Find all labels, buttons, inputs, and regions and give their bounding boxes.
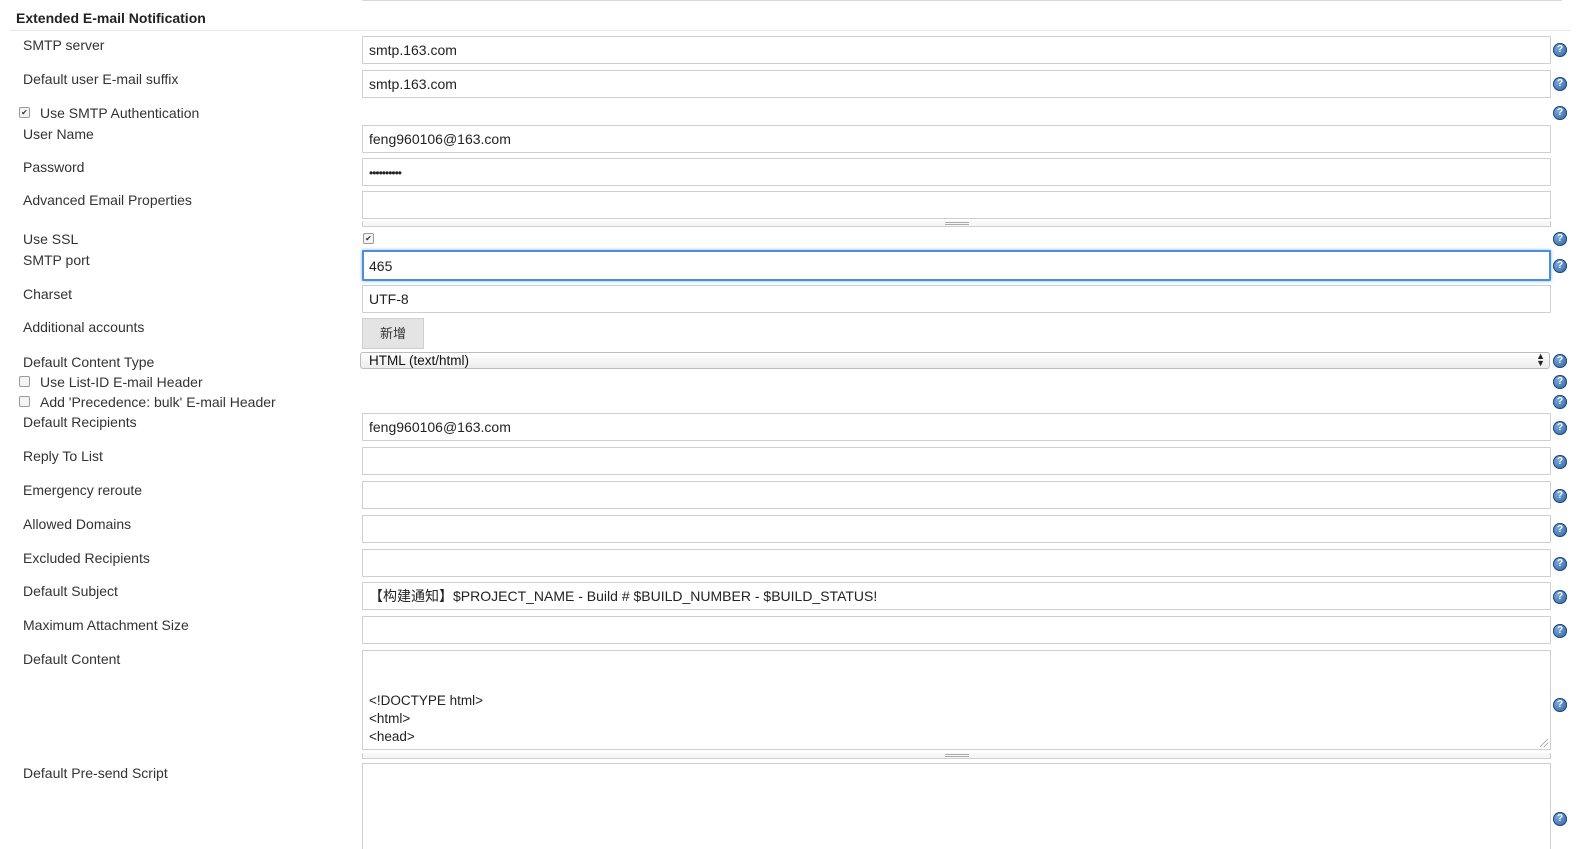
password-input[interactable]: •••••••••• [362,158,1551,186]
precedence-label: Add 'Precedence: bulk' E-mail Header [40,394,276,410]
help-icon[interactable]: ? [1553,489,1567,503]
updown-arrow-icon: ▲ ▼ [1536,351,1545,368]
textarea-resize-handle[interactable] [362,753,1551,759]
emergency-reroute-input[interactable] [362,481,1551,509]
smtp-server-input[interactable] [362,36,1551,64]
excluded-recipients-label: Excluded Recipients [23,550,150,566]
help-icon[interactable]: ? [1553,523,1567,537]
help-icon[interactable]: ? [1553,77,1567,91]
content-type-selected: HTML (text/html) [369,353,470,368]
smtp-port-input[interactable] [362,250,1551,281]
additional-accounts-label: Additional accounts [23,319,145,335]
presend-script-textarea[interactable] [362,763,1551,849]
allowed-domains-label: Allowed Domains [23,516,132,532]
allowed-domains-input[interactable] [362,515,1551,543]
user-name-label: User Name [23,126,94,142]
help-icon[interactable]: ? [1553,354,1567,368]
user-name-input[interactable] [362,125,1551,153]
help-icon[interactable]: ? [1553,624,1567,638]
smtp-server-label: SMTP server [23,37,105,53]
advanced-props-textarea[interactable] [362,191,1551,219]
default-content-text: <!DOCTYPE html> <html> <head> <meta char… [369,693,534,749]
password-label: Password [23,159,85,175]
list-id-checkbox[interactable] [19,376,30,387]
precedence-checkbox[interactable] [19,396,30,407]
smtp-port-label: SMTP port [23,252,90,268]
use-ssl-label: Use SSL [23,231,79,247]
help-icon[interactable]: ? [1553,232,1567,246]
reply-to-label: Reply To List [23,448,103,464]
content-type-label: Default Content Type [23,354,155,370]
use-smtp-auth-label: Use SMTP Authentication [40,105,200,121]
emergency-reroute-label: Emergency reroute [23,482,143,498]
add-account-button[interactable]: 新增 [362,318,424,349]
help-icon[interactable]: ? [1553,698,1567,712]
help-icon[interactable]: ? [1553,812,1567,826]
help-icon[interactable]: ? [1553,421,1567,435]
section-divider [10,30,1570,31]
list-id-label: Use List-ID E-mail Header [40,374,203,390]
top-divider [362,0,1562,1]
help-icon[interactable]: ? [1553,106,1567,120]
advanced-props-label: Advanced Email Properties [23,192,192,208]
help-icon[interactable]: ? [1553,455,1567,469]
resize-corner-icon[interactable] [1540,739,1548,747]
help-icon[interactable]: ? [1553,43,1567,57]
help-icon[interactable]: ? [1553,395,1567,409]
email-suffix-label: Default user E-mail suffix [23,71,179,87]
default-subject-label: Default Subject [23,583,118,599]
textarea-resize-handle[interactable] [362,221,1551,227]
use-smtp-auth-checkbox[interactable]: ✔ [19,107,30,118]
email-suffix-input[interactable] [362,70,1551,98]
default-recipients-label: Default Recipients [23,414,137,430]
help-icon[interactable]: ? [1553,259,1567,273]
use-ssl-checkbox[interactable]: ✔ [363,233,374,244]
default-content-textarea[interactable]: <!DOCTYPE html> <html> <head> <meta char… [362,650,1551,750]
help-icon[interactable]: ? [1553,557,1567,571]
content-type-select[interactable]: HTML (text/html) ▲ ▼ [360,352,1550,369]
default-subject-input[interactable] [362,582,1551,610]
presend-script-label: Default Pre-send Script [23,765,168,781]
help-icon[interactable]: ? [1553,590,1567,604]
excluded-recipients-input[interactable] [362,549,1551,577]
max-attachment-input[interactable] [362,616,1551,644]
charset-label: Charset [23,286,73,302]
max-attachment-label: Maximum Attachment Size [23,617,189,633]
default-content-label: Default Content [23,651,121,667]
help-icon[interactable]: ? [1553,375,1567,389]
section-title: Extended E-mail Notification [16,10,206,26]
charset-input[interactable] [362,285,1551,313]
default-recipients-input[interactable] [362,413,1551,441]
reply-to-input[interactable] [362,447,1551,475]
